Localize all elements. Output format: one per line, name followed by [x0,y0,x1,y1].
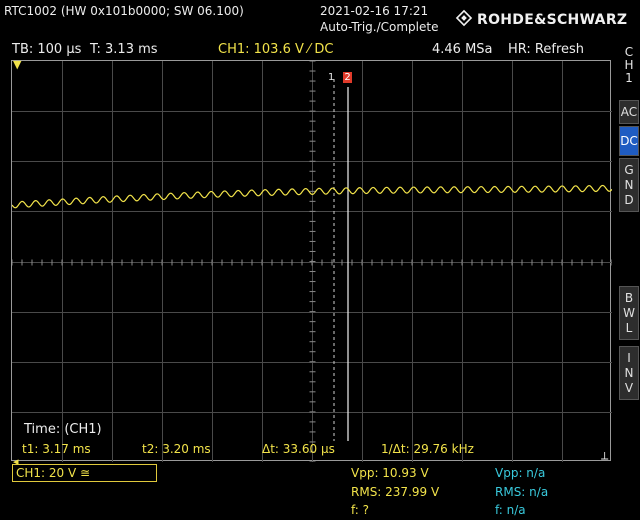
waveform-display[interactable]: ▼ ◂ ⟂ 1 2 [11,58,612,468]
timebase-setting[interactable]: TB: 100 µs [12,42,81,57]
invert-button[interactable]: I N V [619,346,639,400]
trigger-status: Auto-Trig./Complete [320,20,439,34]
coupling-gnd-button[interactable]: G N D [619,158,639,212]
side-channel-label: C H 1 [619,44,639,92]
acquisition-mode[interactable]: HR: Refresh [508,42,584,57]
measurement1-frequency[interactable]: f: ? [351,503,369,517]
rs-diamond-icon [455,9,473,31]
channel-trigger-setting[interactable]: CH1: 103.6 V ⁄ DC [218,42,333,57]
measurement2-vpp[interactable]: Vpp: n/a [495,466,545,480]
bandwidth-limit-button[interactable]: B W L [619,286,639,340]
brand-logo: ROHDE&SCHWARZ [455,9,627,31]
measurement2-rms[interactable]: RMS: n/a [495,485,548,499]
device-info: RTC1002 (HW 0x101b0000; SW 06.100) [4,4,244,18]
coupling-ac-button[interactable]: AC [619,100,639,124]
side-gnd-letter: G [624,163,634,177]
side-bwl-letter: W [623,306,635,320]
trigger-time[interactable]: T: 3.13 ms [90,42,158,57]
cursor-t1-value: t1: 3.17 ms [22,442,91,456]
side-gnd-letter: N [624,178,634,192]
side-inv-letter: I [627,351,631,365]
side-gnd-letter: D [624,193,634,207]
side-inv-letter: N [624,366,634,380]
cursor-1-label[interactable]: 1 [328,72,334,83]
date-time: 2021-02-16 17:21 [320,4,429,18]
graticule-grid [12,61,612,462]
measurement1-rms[interactable]: RMS: 237.99 V [351,485,439,499]
trigger-level-icon[interactable]: ⟂ [601,449,608,463]
measurement2-frequency[interactable]: f: n/a [495,503,526,517]
cursor-t2-value: t2: 3.20 ms [142,442,211,456]
coupling-dc-button[interactable]: DC [619,126,639,156]
trigger-position-icon[interactable]: ▼ [13,58,21,71]
side-bwl-letter: L [625,321,633,335]
sample-rate: 4.46 MSa [432,42,493,57]
cursor-2-label[interactable]: 2 [343,72,352,83]
measurement1-vpp[interactable]: Vpp: 10.93 V [351,466,429,480]
side-channel-letter: 1 [625,71,633,85]
cursor-delta-t-value: Δt: 33.60 µs [262,442,335,456]
channel1-scale-badge[interactable]: CH1: 20 V ≅ [12,464,157,482]
cursor-measurement-title: Time: (CH1) [24,422,102,437]
side-bwl-letter: B [624,291,634,305]
cursor-frequency-value: 1/Δt: 29.76 kHz [381,442,474,456]
brand-name: ROHDE&SCHWARZ [477,12,628,28]
side-inv-letter: V [624,381,634,395]
